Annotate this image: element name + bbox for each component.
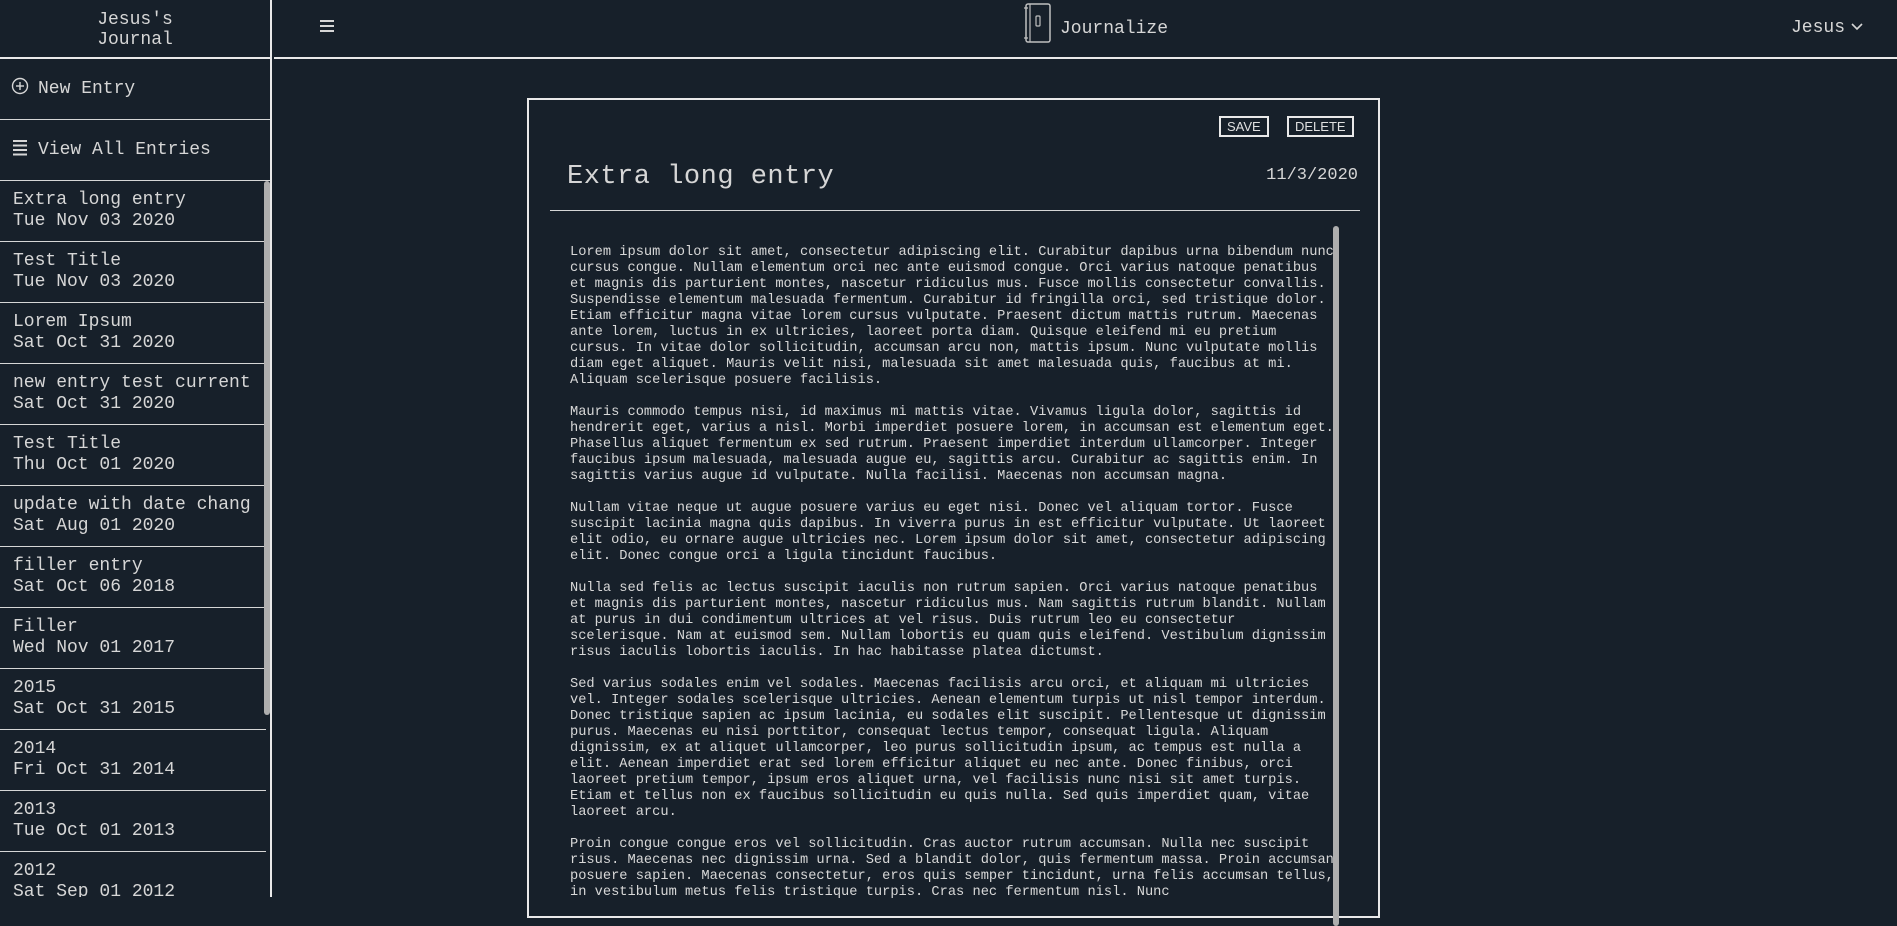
list-item[interactable]: Extra long entry Tue Nov 03 2020 [0,181,266,242]
entry-title: 2015 [13,678,57,698]
entry-date: Thu Oct 01 2020 [13,455,176,475]
journal-icon [1022,2,1054,51]
entry-date: 11/3/2020 [1266,166,1358,185]
entry-date: Sat Oct 31 2015 [13,699,176,719]
entry-title: update with date chang [13,495,251,515]
list-item[interactable]: 2014 Fri Oct 31 2014 [0,730,266,791]
entry-paragraph: Nullam vitae neque ut augue posuere vari… [570,501,1326,564]
entry-title: Extra long entry [13,190,186,210]
journal-title-area: Jesus's Journal [0,0,270,59]
entry-paragraph: Mauris commodo tempus nisi, id maximus m… [570,405,1334,484]
chevron-down-icon [1851,17,1863,37]
entry-date: Sat Oct 31 2020 [13,333,176,353]
divider [550,210,1360,211]
top-bar: Journalize Jesus [274,0,1897,59]
list-item[interactable]: update with date chang Sat Aug 01 2020 [0,486,266,547]
new-entry-label: New Entry [38,79,136,99]
entry-paragraph: Sed varius sodales enim vel sodales. Mae… [570,677,1326,820]
entry-date: Sat Oct 06 2018 [13,577,176,597]
entry-date: Tue Oct 01 2013 [13,821,176,841]
entry-title: Test Title [13,251,122,271]
sidebar-scrollbar[interactable] [264,181,270,715]
list-item[interactable]: 2015 Sat Oct 31 2015 [0,669,266,730]
view-all-label: View All Entries [38,140,211,160]
entry-title: Test Title [13,434,122,454]
list-item[interactable]: Test Title Thu Oct 01 2020 [0,425,266,486]
entry-date: Sat Aug 01 2020 [13,516,176,536]
list-item[interactable]: new entry test current Sat Oct 31 2020 [0,364,266,425]
list-item[interactable]: Test Title Tue Nov 03 2020 [0,242,266,303]
entry-title: Filler [13,617,78,637]
entry-body[interactable]: Lorem ipsum dolor sit amet, consectetur … [570,245,1335,925]
journal-title: Jesus's Journal [97,9,173,50]
delete-button[interactable]: DELETE [1287,116,1354,137]
brand-name: Journalize [1060,18,1169,39]
list-item[interactable]: Lorem Ipsum Sat Oct 31 2020 [0,303,266,364]
list-item[interactable]: 2013 Tue Oct 01 2013 [0,791,266,852]
entry-body-scrollbar[interactable] [1333,226,1339,926]
entry-list: Extra long entry Tue Nov 03 2020 Test Ti… [0,181,270,897]
entry-title: filler entry [13,556,143,576]
entry-title-heading[interactable]: Extra long entry [567,162,834,192]
entry-title: Lorem Ipsum [13,312,132,332]
view-all-entries-button[interactable]: View All Entries [0,120,270,181]
brand[interactable]: Journalize [1022,2,1168,51]
list-item[interactable]: Filler Wed Nov 01 2017 [0,608,266,669]
entry-paragraph: Proin congue congue eros vel sollicitudi… [570,837,1334,900]
entry-card: SAVE DELETE Extra long entry 11/3/2020 L… [527,98,1380,926]
plus-circle-icon [10,76,30,96]
entry-paragraph: Lorem ipsum dolor sit amet, consectetur … [570,245,1334,388]
entry-paragraph: Nulla sed felis ac lectus suscipit iacul… [570,581,1326,660]
entry-date: Wed Nov 01 2017 [13,638,176,658]
user-menu[interactable]: Jesus [1791,18,1863,38]
entry-title: new entry test current [13,373,251,393]
entry-date: Sat Oct 31 2020 [13,394,176,414]
entry-date: Tue Nov 03 2020 [13,272,176,292]
entry-date: Fri Oct 31 2014 [13,760,176,780]
sidebar: Jesus's Journal New Entry View All Entri… [0,0,272,897]
list-item[interactable]: 2012 Sat Sep 01 2012 [0,852,266,897]
hamburger-icon[interactable] [320,18,338,40]
list-icon [10,137,30,157]
user-name: Jesus [1790,18,1845,38]
new-entry-button[interactable]: New Entry [0,59,270,120]
entry-date: Sat Sep 01 2012 [13,882,176,897]
entry-title: 2014 [13,739,57,759]
entry-date: Tue Nov 03 2020 [13,211,176,231]
entry-title: 2012 [13,861,57,881]
entry-title: 2013 [13,800,57,820]
save-button[interactable]: SAVE [1219,116,1269,137]
list-item[interactable]: filler entry Sat Oct 06 2018 [0,547,266,608]
